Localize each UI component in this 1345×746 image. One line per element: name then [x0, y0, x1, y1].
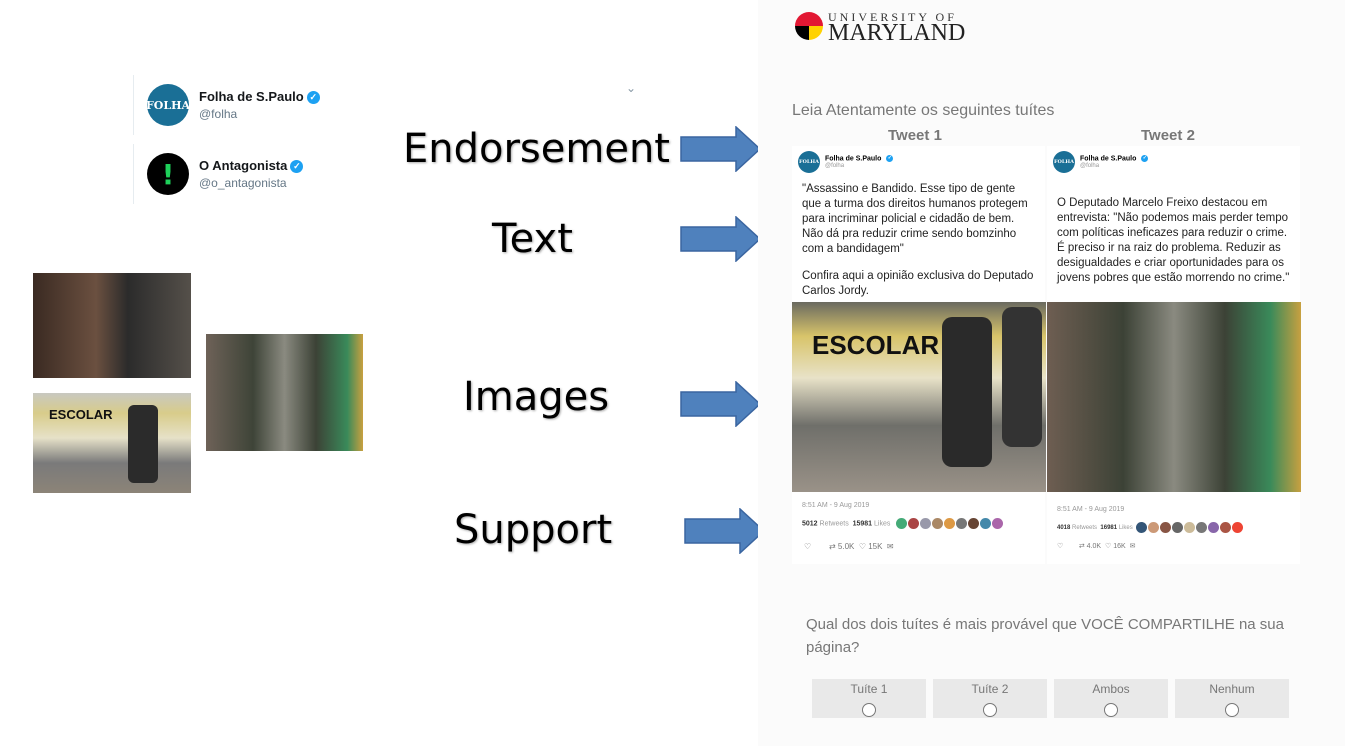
label-images: Images	[463, 374, 610, 420]
arrow-endorsement-icon	[680, 126, 762, 172]
instruction: Leia Atentamente os seguintes tuítes	[792, 102, 1055, 119]
action-row[interactable]: ♡ ⇄ 5.0K ♡ 15K ✉	[804, 542, 894, 551]
alley-photo	[33, 273, 191, 378]
bus-sign: ESCOLAR	[49, 407, 113, 422]
verified-icon: ✓	[290, 160, 304, 174]
chevron-down-icon[interactable]: ⌄	[626, 81, 636, 95]
engagement-row: 4018 Retweets 16981 Likes	[1057, 522, 1244, 533]
antagonista-avatar: !	[147, 153, 189, 195]
radio-button[interactable]	[1104, 703, 1118, 717]
radio-button[interactable]	[1225, 703, 1239, 717]
arrow-images-icon	[680, 381, 762, 427]
avatar: FOLHA	[1053, 151, 1075, 173]
label-support: Support	[454, 507, 613, 553]
retweet-icon: ⇄	[828, 542, 836, 551]
folha-avatar: FOLHA	[146, 84, 190, 126]
arrow-support-icon	[684, 508, 766, 554]
verified-icon: ✓	[1141, 155, 1149, 163]
tweet2-title: Tweet 2	[1141, 127, 1195, 144]
profile-handle: @folha	[199, 107, 238, 122]
like-icon: ♡	[1104, 543, 1112, 550]
option-nenhum[interactable]: Nenhum	[1175, 679, 1289, 718]
tweet-author: Folha de S.Paulo	[825, 155, 882, 163]
bus-sign: ESCOLAR	[812, 330, 940, 360]
tweet-1[interactable]: FOLHA Folha de S.Paulo ✓ @folha "Assassin…	[792, 146, 1046, 564]
engagement-row: 5012 Retweets 15981 Likes	[802, 518, 1004, 529]
profile-handle: @o_antagonista	[199, 176, 287, 191]
verified-icon: ✓	[886, 155, 894, 163]
action-row[interactable]: ♡ ⇄ 4.0K ♡ 16K ✉	[1057, 542, 1135, 550]
radio-button[interactable]	[983, 703, 997, 717]
tweet-text: "Assassino e Bandido. Esse tipo de gente…	[802, 183, 1028, 255]
logo-bottom: MARYLAND	[828, 20, 966, 46]
option-tuite-1[interactable]: Tuíte 1	[812, 679, 926, 718]
avatar: FOLHA	[798, 151, 820, 173]
mail-icon: ✉	[1129, 543, 1136, 550]
tweet-author: Folha de S.Paulo	[1080, 155, 1137, 163]
mail-icon: ✉	[886, 542, 894, 551]
tweet-timestamp: 8:51 AM - 9 Aug 2019	[802, 502, 870, 509]
umd-seal-icon	[795, 12, 823, 40]
tweet-handle: @folha	[825, 162, 845, 169]
label-endorsement: Endorsement	[403, 126, 670, 172]
label-text: Text	[492, 216, 573, 262]
reply-icon: ♡	[804, 542, 812, 551]
tweet-image: ESCOLAR	[792, 302, 1046, 492]
soldiers-photo	[206, 334, 363, 451]
profile-name: O Antagonista	[199, 157, 288, 173]
option-ambos[interactable]: Ambos	[1054, 679, 1168, 718]
option-tuite-2[interactable]: Tuíte 2	[933, 679, 1047, 718]
profile-name: Folha de S.Paulo	[199, 88, 304, 104]
reply-icon: ♡	[1057, 543, 1064, 550]
arrow-text-icon	[680, 216, 762, 262]
tweet-2[interactable]: FOLHA Folha de S.Paulo ✓ @folha O Deputad…	[1047, 146, 1301, 564]
survey-panel: UNIVERSITY OF MARYLAND Leia Atentamente …	[758, 0, 1345, 746]
retweet-icon: ⇄	[1078, 543, 1085, 550]
tweet-text-2: Confira aqui a opinião exclusiva do Depu…	[802, 270, 1034, 297]
survey-question: Qual dos dois tuítes é mais provável que…	[806, 616, 1284, 656]
tweet1-title: Tweet 1	[888, 127, 942, 144]
verified-icon: ✓	[306, 91, 320, 105]
tweet-handle: @folha	[1080, 162, 1100, 169]
radio-button[interactable]	[862, 703, 876, 717]
like-icon: ♡	[858, 542, 866, 551]
tweet-image	[1047, 302, 1301, 492]
tweet-timestamp: 8:51 AM - 9 Aug 2019	[1057, 506, 1125, 513]
school-bus-photo: ESCOLAR	[33, 393, 191, 493]
tweet-text: O Deputado Marcelo Freixo destacou em en…	[1057, 197, 1290, 284]
